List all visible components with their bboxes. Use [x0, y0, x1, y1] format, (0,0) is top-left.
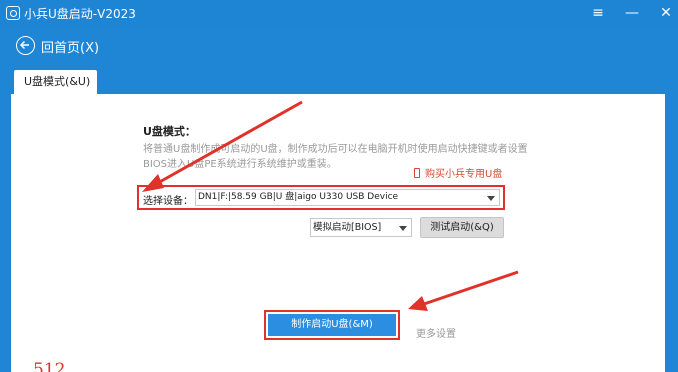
- title-bar: 小兵U盘启动-V2023 ≡ — ✕: [0, 0, 678, 27]
- make-button-highlight: 制作启动U盘(&M): [264, 310, 400, 340]
- buy-usb-link[interactable]: 购买小兵专用U盘: [414, 165, 502, 180]
- device-label: 选择设备：: [143, 196, 193, 207]
- device-select-value: DN1|F:|58.59 GB|U 盘|aigo U330 USB Device: [198, 192, 399, 202]
- back-arrow-icon[interactable]: [16, 36, 35, 55]
- close-icon[interactable]: ✕: [656, 2, 676, 24]
- chevron-down-icon: [487, 196, 495, 201]
- make-boot-usb-button[interactable]: 制作启动U盘(&M): [268, 314, 396, 336]
- buy-usb-label: 购买小兵专用U盘: [425, 169, 503, 180]
- menu-icon[interactable]: ≡: [588, 2, 608, 24]
- nav-bar: 回首页(X): [0, 27, 678, 64]
- minimize-icon[interactable]: —: [622, 2, 642, 24]
- device-selector-row: 选择设备： DN1|F:|58.59 GB|U 盘|aigo U330 USB …: [137, 185, 505, 210]
- device-select[interactable]: DN1|F:|58.59 GB|U 盘|aigo U330 USB Device: [195, 189, 500, 206]
- usb-drive-icon: [414, 168, 420, 178]
- section-title: U盘模式：: [143, 125, 196, 138]
- back-home-link[interactable]: 回首页(X): [41, 37, 99, 56]
- tab-usb-mode[interactable]: U盘模式(&U): [14, 70, 97, 94]
- annotation-corner-text: 512: [33, 360, 66, 372]
- boot-mode-value: 模拟启动[BIOS]: [313, 222, 382, 233]
- chevron-down-icon: [399, 226, 407, 231]
- boot-mode-select[interactable]: 模拟启动[BIOS]: [310, 218, 412, 237]
- more-settings-link[interactable]: 更多设置: [416, 325, 456, 340]
- app-logo-icon: [6, 6, 20, 20]
- window-title: 小兵U盘启动-V2023: [24, 7, 136, 21]
- test-boot-button[interactable]: 测试启动(&Q): [420, 217, 504, 238]
